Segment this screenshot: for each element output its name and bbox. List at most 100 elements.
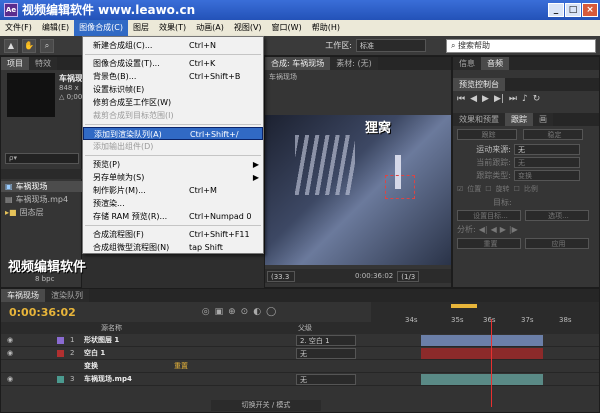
label-color-swatch[interactable] [57, 375, 64, 383]
play-icon[interactable]: ▶ [482, 94, 489, 104]
menu-window[interactable]: 窗口(W) [267, 20, 307, 36]
timeline-layer-row[interactable]: ◉ 3 车祸现场.mp4 无 [1, 373, 599, 386]
track-type-select[interactable]: 变换 [514, 170, 580, 181]
loop-icon[interactable]: ↻ [533, 94, 541, 104]
menu-item-label: 添加到渲染队列(A) [94, 130, 162, 139]
project-item-footage[interactable]: ▤ 车祸现场.mp4 [1, 194, 83, 205]
analyze-backward-icon[interactable]: ◀ [491, 225, 497, 234]
maximize-button[interactable]: □ [565, 3, 581, 17]
zoom-select[interactable]: (33.3 [267, 270, 295, 282]
layer-duration-bar[interactable] [421, 348, 543, 359]
tab-render-queue[interactable]: 渲染队列 [45, 289, 89, 302]
parent-select[interactable]: 无 [296, 348, 356, 359]
playhead[interactable] [491, 319, 492, 407]
stabilize-button[interactable]: 稳定 [523, 129, 583, 140]
rotation-checkbox[interactable]: ☐ [485, 185, 491, 193]
timeline-layer-row[interactable]: 变换 重置 [1, 360, 599, 373]
set-target-button[interactable]: 设置目标... [457, 210, 521, 221]
timeline-layer-row[interactable]: ◉ 2 空白 1 无 [1, 347, 599, 360]
reset-button[interactable]: 重置 [457, 238, 521, 249]
track-motion-button[interactable]: 跟踪 [457, 129, 517, 140]
tab-tracker[interactable]: 跟踪 [505, 113, 533, 126]
label-color-swatch[interactable] [57, 336, 64, 344]
work-area-bar[interactable] [451, 304, 477, 308]
visibility-eye-icon[interactable]: ◉ [7, 336, 57, 344]
menu-view[interactable]: 视图(V) [229, 20, 267, 36]
tab-audio[interactable]: 音频 [481, 57, 509, 70]
menu-item[interactable]: 添加到渲染队列(A) Ctrl+Shift+/ [83, 127, 263, 140]
zoom-tool-icon[interactable]: ⌕ [40, 38, 54, 53]
motion-source-select[interactable]: 无 [514, 144, 580, 155]
parent-select[interactable]: 2. 空白 1 [296, 335, 356, 346]
tab-project[interactable]: 项目 [1, 57, 29, 70]
menu-item[interactable]: 修剪合成至工作区(W) [83, 96, 263, 109]
minimize-button[interactable]: _ [548, 3, 564, 17]
resolution-select[interactable]: (1/3 [397, 270, 420, 282]
menu-animation[interactable]: 动画(A) [191, 20, 229, 36]
menu-item[interactable]: 新建合成组(C)... Ctrl+N [83, 39, 263, 52]
toggle-switches-modes-button[interactable]: 切换开关 / 模式 [211, 400, 321, 411]
analyze-back-icon[interactable]: ◀| [479, 225, 488, 234]
menu-item[interactable]: 制作影片(M)... Ctrl+M [83, 184, 263, 197]
first-frame-icon[interactable]: ⏮ [457, 94, 465, 104]
layer-name[interactable]: 车祸现场.mp4 [84, 374, 194, 384]
project-item-comp[interactable]: ▣ 车祸现场 [1, 181, 83, 192]
menu-item[interactable]: 合成流程图(F) Ctrl+Shift+F11 [83, 228, 263, 241]
layer-duration-bar[interactable] [421, 374, 543, 385]
menu-item[interactable]: 预渲染... [83, 197, 263, 210]
visibility-eye-icon[interactable]: ◉ [7, 375, 57, 383]
reset-link[interactable]: 重置 [174, 361, 188, 371]
menu-item[interactable]: 合成组微型流程图(N) tap Shift [83, 241, 263, 254]
audio-icon[interactable]: ♪ [522, 94, 528, 104]
parent-select[interactable]: 无 [296, 374, 356, 385]
prev-frame-icon[interactable]: ◀ [470, 94, 477, 104]
menu-item[interactable]: 背景色(B)... Ctrl+Shift+B [83, 70, 263, 83]
menu-item[interactable]: 设置标识帧(E) [83, 83, 263, 96]
tab-paint[interactable]: 画 [533, 113, 553, 126]
options-button[interactable]: 选项... [525, 210, 589, 221]
last-frame-icon[interactable]: ⏭ [509, 94, 517, 104]
timeline-switch-icons[interactable]: ◎▣⊕⊙◐◯ [202, 307, 281, 317]
tab-info[interactable]: 信息 [453, 57, 481, 70]
tab-effects-presets[interactable]: 效果和预置 [453, 113, 505, 126]
close-button[interactable]: × [582, 3, 598, 17]
tab-footage[interactable]: 素材: (无) [330, 57, 378, 70]
menu-help[interactable]: 帮助(H) [307, 20, 345, 36]
analyze-next-icon[interactable]: |▶ [509, 225, 518, 234]
hand-tool-icon[interactable]: ✋ [22, 38, 36, 53]
menu-item[interactable]: 另存单帧为(S) ▶ [83, 171, 263, 184]
layer-duration-bar[interactable] [421, 335, 543, 346]
project-search-input[interactable]: ρ▾ [5, 153, 79, 164]
layer-name[interactable]: 空白 1 [84, 348, 194, 358]
bpc-label[interactable]: 8 bpc [35, 275, 54, 283]
menu-composition[interactable]: 图像合成(C) [74, 20, 128, 36]
menu-item[interactable]: 图像合成设置(T)... Ctrl+K [83, 57, 263, 70]
menu-item[interactable]: 预览(P) ▶ [83, 158, 263, 171]
tab-composition[interactable]: 合成: 车祸现场 [265, 57, 331, 70]
scale-checkbox[interactable]: ☐ [514, 185, 520, 193]
comp-breadcrumb[interactable]: 车祸现场 [265, 70, 451, 84]
timeline-current-time[interactable]: 0:00:36:02 [9, 306, 76, 319]
visibility-eye-icon[interactable]: ◉ [7, 349, 57, 357]
layer-name[interactable]: 形状图层 1 [84, 335, 194, 345]
apply-button[interactable]: 应用 [525, 238, 589, 249]
search-help-input[interactable]: ⌕ 搜索帮助 [446, 38, 596, 53]
menu-layer[interactable]: 图层 [128, 20, 154, 36]
timeline-layer-row[interactable]: ◉ 1 形状图层 1 2. 空白 1 [1, 334, 599, 347]
selection-tool-icon[interactable]: ▲ [4, 38, 18, 53]
current-track-select[interactable]: 无 [514, 157, 580, 168]
menu-edit[interactable]: 编辑(E) [37, 20, 74, 36]
tab-timeline-comp[interactable]: 车祸现场 [1, 289, 45, 302]
menu-file[interactable]: 文件(F) [0, 20, 37, 36]
project-item-folder[interactable]: ▸■ 固态层 [1, 207, 83, 218]
analyze-forward-icon[interactable]: ▶ [500, 225, 506, 234]
label-color-swatch[interactable] [57, 349, 64, 357]
menu-item[interactable]: 存储 RAM 预览(R)... Ctrl+Numpad 0 [83, 210, 263, 223]
workspace-select[interactable]: 标准 [356, 39, 426, 52]
comp-current-time[interactable]: 0:00:36:02 [355, 272, 393, 280]
position-checkbox[interactable]: ☑ [457, 185, 463, 193]
tab-effects-controls[interactable]: 特效 [29, 57, 57, 70]
menu-effect[interactable]: 效果(T) [154, 20, 191, 36]
next-frame-icon[interactable]: ▶| [494, 94, 504, 104]
tab-preview[interactable]: 预览控制台 [453, 78, 505, 91]
